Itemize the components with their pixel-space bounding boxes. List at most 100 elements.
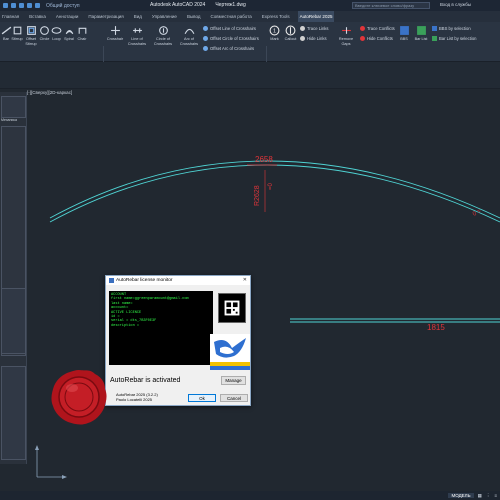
line-of-crosshairs-button[interactable]: Line of Crosshairs: [126, 25, 148, 46]
palette-label: Механика: [1, 118, 17, 122]
offset-circle-icon: [203, 36, 208, 41]
bar-list-button[interactable]: Bar List: [413, 25, 429, 42]
chair-label: Chair: [77, 37, 87, 41]
offset-circle-crosshairs-button[interactable]: Offset Circle of Crosshairs: [203, 36, 259, 41]
save-icon[interactable]: [27, 3, 32, 8]
tab-parametric[interactable]: Параметризация: [86, 14, 125, 19]
bar-label: Bar: [3, 37, 9, 41]
tab-manage[interactable]: Управление: [150, 14, 179, 19]
trace-links-label: Trace Links: [307, 26, 329, 31]
open-file-icon[interactable]: [19, 3, 24, 8]
loop-button[interactable]: Loop: [51, 25, 62, 42]
hide-links-button[interactable]: Hide Links: [300, 36, 327, 41]
stirrup-label: Stirrup: [11, 37, 23, 41]
console-line: description =: [111, 323, 140, 328]
circle-icon: [40, 26, 49, 35]
mark-number: 1: [273, 29, 276, 35]
bar-list-by-selection-button[interactable]: Bar List by selection: [432, 36, 476, 41]
rebar-arc-outer[interactable]: [49, 160, 500, 219]
line-crosshairs-label: Line of Crosshairs: [127, 37, 147, 46]
circle-of-crosshairs-button[interactable]: Circle of Crosshairs: [150, 25, 176, 46]
trace-conflicts-label: Trace Conflicts: [367, 26, 395, 31]
dialog-title: AutoRebar license monitor: [116, 278, 173, 283]
app-menu-icon[interactable]: [3, 3, 8, 8]
spiral-button[interactable]: Spiral: [63, 25, 75, 42]
manage-button[interactable]: Manage: [221, 376, 246, 385]
arc-of-crosshairs-button[interactable]: Arc of Crosshairs: [178, 25, 200, 46]
offset-circle-label: Offset Circle of Crosshairs: [210, 36, 259, 41]
snap-icon[interactable]: ⋮: [486, 493, 491, 499]
hide-conflicts-icon: [360, 36, 365, 41]
search-input[interactable]: Введите ключевое слово/фразу: [352, 2, 430, 9]
dimension-top: 2658: [255, 155, 273, 164]
palette-section[interactable]: [1, 96, 26, 118]
tab-express-tools[interactable]: Express Tools: [260, 14, 292, 19]
crosshair-button[interactable]: Crosshair: [105, 25, 125, 42]
grid-icon[interactable]: ▦: [478, 493, 482, 499]
remove-gaps-label: Remove Gaps: [338, 37, 354, 46]
offset-arc-crosshairs-button[interactable]: Offset Arc of Crosshairs: [203, 46, 254, 51]
line-crosshairs-icon: [132, 28, 142, 33]
bar-list-selection-icon: [432, 36, 437, 41]
close-icon[interactable]: ✕: [243, 277, 247, 283]
ribbon-tabs: Главная Вставка Аннотации Параметризация…: [0, 11, 500, 22]
trace-links-button[interactable]: Trace Links: [300, 26, 329, 31]
author-line: Paolo Locatelli 2025: [116, 397, 153, 402]
bar-button[interactable]: Bar: [1, 25, 12, 42]
stirrup-icon: [13, 26, 21, 35]
dimension-vertical: R2628: [254, 185, 261, 206]
app-title: Autodesk AutoCAD 2024: [150, 2, 206, 8]
offset-line-crosshairs-button[interactable]: Offset Line of Crosshairs: [203, 26, 256, 31]
hide-conflicts-label: Hide Conflicts: [367, 36, 393, 41]
new-file-icon[interactable]: [11, 3, 16, 8]
remove-gaps-icon: [341, 27, 351, 34]
trace-conflicts-button[interactable]: Trace Conflicts: [360, 26, 395, 31]
drawing-canvas[interactable]: 2658 R2628 =0 0 = 1815: [27, 92, 500, 492]
menu-icon[interactable]: ≡: [494, 493, 497, 498]
callout-button[interactable]: Callout: [283, 25, 298, 42]
activation-status: AutoRebar is activated: [110, 377, 181, 384]
offset-stirrup-button[interactable]: Offset Stirrup: [24, 25, 38, 46]
license-console: ACCOUNT first name=ggreenparamount@gmail.…: [109, 291, 213, 365]
tab-view[interactable]: Вид: [132, 14, 144, 19]
chair-button[interactable]: Chair: [76, 25, 88, 42]
offset-stirrup-icon: [26, 26, 36, 35]
circle-label: Circle: [39, 37, 50, 41]
ucs-icon: [35, 445, 67, 479]
bbs-button[interactable]: BBS: [398, 25, 410, 42]
palette-section[interactable]: [1, 366, 26, 460]
ribbon: Bar Stirrup Offset Stirrup Circle Loop S…: [0, 22, 500, 82]
model-space-button[interactable]: МОДЕЛЬ: [448, 493, 474, 498]
tab-annotate[interactable]: Аннотации: [54, 14, 81, 19]
share-button[interactable]: Общий доступ: [46, 3, 80, 9]
tab-collaborate[interactable]: Совместная работа: [209, 14, 254, 19]
palette-section[interactable]: [1, 288, 26, 354]
stirrup-button[interactable]: Stirrup: [11, 25, 23, 42]
bbs-by-selection-button[interactable]: BBS by selection: [432, 26, 471, 31]
file-name: Чертеж1.dwg: [215, 2, 246, 8]
login-button[interactable]: Вход в службы: [440, 2, 471, 7]
spiral-icon: [65, 29, 73, 35]
undo-icon[interactable]: [35, 3, 40, 8]
callout-label: Callout: [284, 37, 297, 41]
rebar-arc-inner[interactable]: [49, 164, 500, 223]
tab-autorebar[interactable]: AutoRebar 2025: [297, 11, 335, 22]
offset-arc-label: Offset Arc of Crosshairs: [210, 46, 255, 51]
bbs-selection-icon: [432, 26, 437, 31]
mark-button[interactable]: 1 Mark: [268, 25, 281, 42]
tab-home[interactable]: Главная: [0, 14, 21, 19]
hide-conflicts-button[interactable]: Hide Conflicts: [360, 36, 393, 41]
offset-stirrup-label: Offset Stirrup: [25, 37, 37, 46]
dimension-vertical-extra: =0: [268, 182, 274, 190]
tab-output[interactable]: Вывод: [185, 14, 203, 19]
remove-gaps-button[interactable]: Remove Gaps: [336, 25, 356, 46]
loop-icon: [51, 27, 62, 34]
tab-insert[interactable]: Вставка: [27, 14, 48, 19]
circle-button[interactable]: Circle: [39, 25, 50, 42]
offset-arc-icon: [203, 46, 208, 51]
ok-button[interactable]: Ok: [188, 394, 216, 402]
circle-crosshairs-label: Circle of Crosshairs: [153, 37, 173, 46]
dialog-titlebar: AutoRebar license monitor ✕: [106, 276, 250, 285]
dove-image: [210, 334, 250, 370]
cancel-button[interactable]: Cancel: [220, 394, 248, 402]
